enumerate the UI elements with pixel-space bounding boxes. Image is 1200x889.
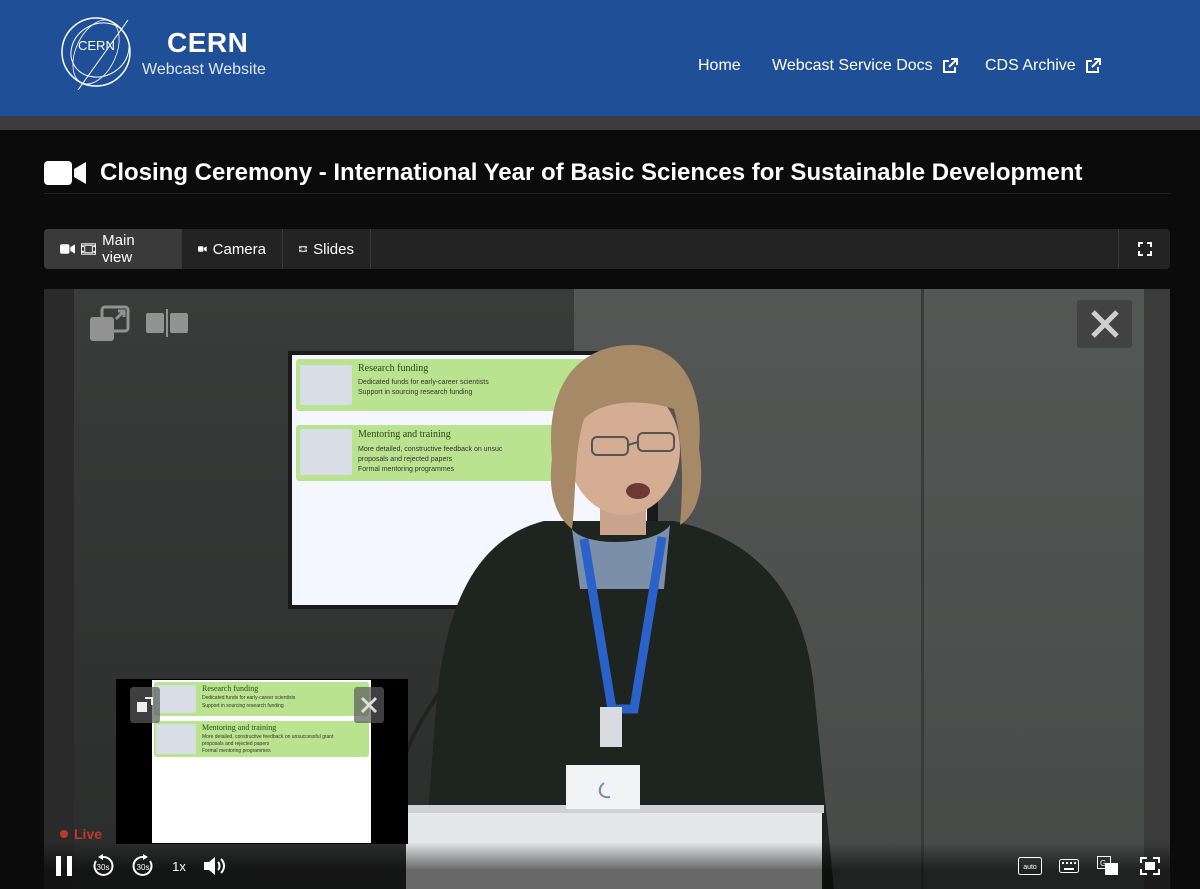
close-icon	[1090, 310, 1119, 338]
slide-bullet: Support in sourcing research funding	[202, 703, 284, 709]
brand-subtitle: Webcast Website	[142, 61, 266, 78]
picture-in-picture[interactable]: Research funding Dedicated funds for ear…	[116, 679, 408, 844]
tab-slides-label: Slides	[313, 240, 354, 258]
tab-main-view-label: Main view	[102, 232, 135, 266]
slide-bullet: Dedicated funds for early-career scienti…	[202, 695, 296, 701]
camera-icon	[198, 246, 207, 252]
nav-home-label: Home	[698, 57, 741, 74]
external-link-icon	[1085, 58, 1101, 73]
volume-icon	[204, 857, 225, 875]
slide-illustration	[156, 685, 196, 713]
live-indicator: Live	[60, 826, 102, 842]
swap-view-icon[interactable]	[90, 305, 130, 343]
brand-title: CERN	[167, 27, 249, 58]
view-tabs: Main view Camera Slides	[44, 229, 1170, 269]
tab-slides[interactable]: Slides	[283, 229, 371, 269]
svg-text:G: G	[1100, 859, 1106, 868]
live-label: Live	[74, 826, 103, 842]
quality-icon: auto	[1018, 857, 1042, 875]
player-controls: 30s 30s 1x auto G	[44, 842, 1170, 889]
quality-label: auto	[1023, 864, 1037, 871]
swap-icon	[137, 697, 153, 712]
pip-section-research: Research funding Dedicated funds for ear…	[154, 682, 369, 716]
close-overlay-button[interactable]	[1077, 300, 1132, 348]
volume-button[interactable]	[202, 852, 226, 880]
nav-home-link[interactable]: Home	[698, 57, 741, 75]
forward-icon: 30s	[132, 854, 153, 876]
header-divider	[0, 116, 1200, 130]
keyboard-shortcuts-button[interactable]	[1058, 852, 1080, 880]
site-header: CERN CERN Webcast Website Home Webcast S…	[0, 0, 1200, 116]
nav-cds-archive-label: CDS Archive	[985, 57, 1076, 74]
player-fullscreen-button[interactable]	[1138, 852, 1162, 880]
slide-heading: Mentoring and training	[202, 723, 277, 732]
page-title: Closing Ceremony - International Year of…	[100, 159, 1083, 186]
film-icon	[299, 245, 308, 253]
forward-30-button[interactable]: 30s	[130, 852, 156, 880]
external-link-icon	[942, 58, 958, 73]
pip-close-button[interactable]	[354, 687, 384, 723]
pause-button[interactable]	[52, 852, 76, 880]
slide-bullet: Formal mentoring programmes	[202, 748, 271, 754]
fullscreen-icon	[1140, 857, 1160, 875]
tab-camera[interactable]: Camera	[182, 229, 283, 269]
rewind-label: 30s	[97, 863, 110, 872]
camera-icon	[60, 244, 76, 254]
title-divider	[44, 193, 1170, 194]
slide-bullet: proposals and rejected papers	[202, 741, 270, 747]
fullscreen-button[interactable]	[1118, 229, 1170, 269]
cern-logo[interactable]: CERN	[58, 14, 134, 90]
translate-icon: G	[1097, 856, 1118, 875]
pip-section-mentoring: Mentoring and training More detailed, co…	[154, 721, 369, 757]
split-view-icon[interactable]	[146, 309, 190, 337]
forward-label: 30s	[137, 863, 150, 872]
logo-text: CERN	[78, 38, 115, 53]
live-dot-icon	[60, 830, 68, 838]
quality-button[interactable]: auto	[1018, 852, 1042, 880]
video-camera-icon	[44, 161, 86, 185]
pip-swap-button[interactable]	[130, 687, 160, 723]
playback-speed-button[interactable]: 1x	[168, 852, 190, 880]
close-icon	[360, 696, 378, 714]
tab-camera-label: Camera	[212, 240, 266, 258]
pause-icon	[56, 856, 72, 876]
rewind-30-button[interactable]: 30s	[90, 852, 116, 880]
expand-icon	[1137, 242, 1152, 256]
slide-bullet: More detailed, constructive feedback on …	[202, 734, 334, 740]
pip-slide: Research funding Dedicated funds for ear…	[152, 680, 371, 843]
nav-webcast-docs-label: Webcast Service Docs	[772, 57, 933, 74]
language-button[interactable]: G	[1096, 852, 1120, 880]
film-icon	[81, 243, 97, 255]
rewind-icon: 30s	[93, 854, 114, 876]
video-player[interactable]: Research funding Dedicated funds for ear…	[44, 289, 1170, 889]
tab-main-view[interactable]: Main view	[44, 229, 182, 269]
speed-label: 1x	[172, 858, 186, 874]
nav-webcast-docs-link[interactable]: Webcast Service Docs	[772, 57, 959, 75]
slide-illustration	[156, 724, 196, 754]
nav-cds-archive-link[interactable]: CDS Archive	[985, 57, 1102, 75]
slide-heading: Research funding	[202, 684, 259, 693]
keyboard-icon	[1059, 859, 1079, 873]
event-title-row: Closing Ceremony - International Year of…	[44, 156, 1083, 190]
